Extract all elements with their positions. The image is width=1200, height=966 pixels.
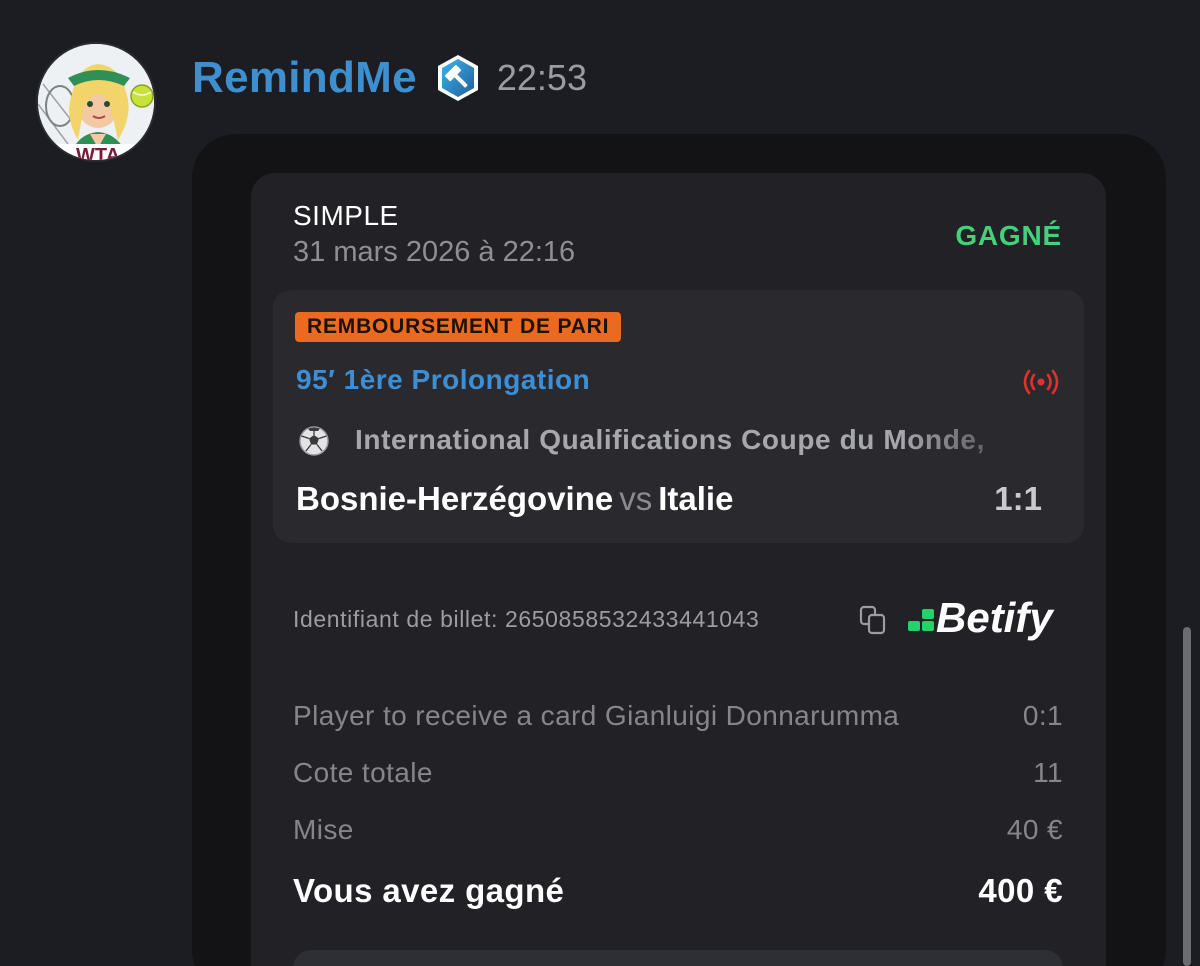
winnings-label: Vous avez gagné bbox=[293, 872, 565, 909]
odds-label: Cote totale bbox=[293, 757, 433, 788]
scrollbar-thumb[interactable] bbox=[1183, 627, 1191, 966]
soccer-ball-icon bbox=[299, 426, 329, 456]
live-match-status: 95′ 1ère Prolongation bbox=[296, 364, 591, 395]
stake-row: Mise 40 € bbox=[293, 814, 1063, 846]
username[interactable]: RemindMe bbox=[192, 53, 417, 103]
ticket-id: Identifiant de billet: 26508585324334410… bbox=[293, 606, 760, 632]
home-team: Bosnie-Herzégovine bbox=[296, 480, 614, 517]
refund-tag: REMBOURSEMENT DE PARI bbox=[295, 312, 622, 342]
match-teams: Bosnie-Herzégovine vs Italie bbox=[296, 480, 733, 518]
bet-status-badge: GAGNÉ bbox=[955, 220, 1062, 251]
live-broadcast-icon bbox=[1023, 369, 1059, 395]
message-timestamp: 22:53 bbox=[496, 57, 587, 98]
bet-type: SIMPLE bbox=[293, 200, 399, 231]
copy-icon[interactable] bbox=[858, 604, 888, 636]
next-section-edge bbox=[293, 950, 1063, 966]
odds-value: 11 bbox=[1033, 757, 1063, 788]
match-score: 1:1 bbox=[994, 480, 1042, 517]
winnings-value: 400 € bbox=[978, 872, 1063, 909]
bet-date: 31 mars 2026 à 22:16 bbox=[293, 236, 576, 268]
betify-logo[interactable]: Betify bbox=[906, 592, 1078, 646]
winnings-row: Vous avez gagné 400 € bbox=[293, 872, 1063, 910]
avatar-wta-text: WTA bbox=[76, 145, 120, 162]
avatar[interactable]: WTA bbox=[36, 42, 156, 162]
odds-row: Cote totale 11 bbox=[293, 757, 1063, 789]
stake-value: 40 € bbox=[1006, 814, 1063, 845]
market-label: Player to receive a card Gianluigi Donna… bbox=[293, 700, 900, 731]
market-value: 0:1 bbox=[1022, 700, 1063, 731]
market-row: Player to receive a card Gianluigi Donna… bbox=[293, 700, 1063, 732]
vs-label: vs bbox=[619, 480, 653, 517]
stake-label: Mise bbox=[293, 814, 354, 845]
moderator-hammer-icon bbox=[437, 55, 478, 101]
competition-name: International Qualifications Coupe du Mo… bbox=[355, 424, 985, 455]
tennis-player-avatar-image: WTA bbox=[38, 44, 154, 162]
away-team: Italie bbox=[658, 480, 734, 517]
message-header: RemindMe 22:53 bbox=[192, 46, 587, 110]
brand-name: Betify bbox=[936, 594, 1055, 641]
